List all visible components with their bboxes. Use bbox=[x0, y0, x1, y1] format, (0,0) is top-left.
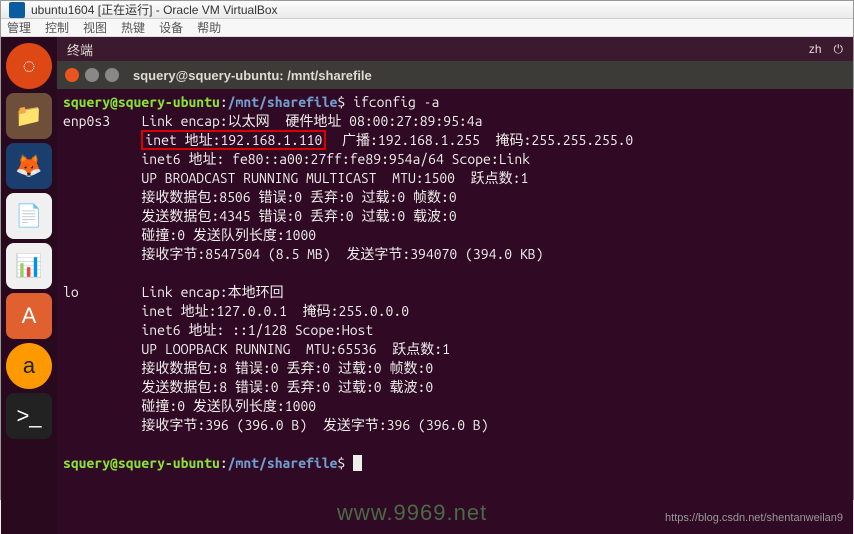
out-enp0s3-l4: UP BROADCAST RUNNING MULTICAST MTU:1500 … bbox=[63, 170, 528, 186]
out-enp0s3-l2r: 广播:192.168.1.255 掩码:255.255.255.0 bbox=[326, 132, 633, 148]
terminal-title: squery@squery-ubuntu: /mnt/sharefile bbox=[133, 68, 372, 83]
ps1-sep: : bbox=[220, 94, 228, 110]
out-enp0s3-l5: 接收数据包:8506 错误:0 丢弃:0 过载:0 帧数:0 bbox=[63, 189, 457, 205]
terminal-content[interactable]: squery@squery-ubuntu:/mnt/sharefile$ ifc… bbox=[57, 89, 853, 534]
power-icon[interactable]: ⏻ bbox=[834, 42, 844, 57]
ps1-path: /mnt/sharefile bbox=[228, 94, 338, 110]
vbox-menubar: 管理 控制 视图 热键 设备 帮助 bbox=[1, 19, 853, 37]
menu-hotkeys[interactable]: 热键 bbox=[121, 19, 145, 36]
close-icon[interactable] bbox=[65, 68, 79, 82]
out-enp0s3-l7: 碰撞:0 发送队列长度:1000 bbox=[63, 227, 316, 243]
out-lo-l4: UP LOOPBACK RUNNING MTU:65536 跃点数:1 bbox=[63, 341, 450, 357]
launcher-dash-icon[interactable]: ◌ bbox=[6, 43, 52, 89]
out-lo-l5: 接收数据包:8 错误:0 丢弃:0 过载:0 帧数:0 bbox=[63, 360, 433, 376]
launcher-amazon-icon[interactable]: a bbox=[6, 343, 52, 389]
top-panel: 终端 zh ⏻ bbox=[57, 37, 853, 61]
out-lo-l1: lo Link encap:本地环回 bbox=[63, 284, 284, 300]
command-text: ifconfig -a bbox=[353, 94, 439, 110]
input-method-icon[interactable]: zh bbox=[809, 42, 822, 57]
terminal-window: squery@squery-ubuntu: /mnt/sharefile squ… bbox=[57, 61, 853, 534]
panel-indicators: zh ⏻ bbox=[809, 42, 843, 57]
vbox-app-icon bbox=[9, 2, 25, 18]
launcher-terminal-icon[interactable]: >_ bbox=[6, 393, 52, 439]
menu-help[interactable]: 帮助 bbox=[197, 19, 221, 36]
out-enp0s3-l3: inet6 地址: fe80::a00:27ff:fe89:954a/64 Sc… bbox=[63, 151, 530, 167]
out-enp0s3-l8: 接收字节:8547504 (8.5 MB) 发送字节:394070 (394.0… bbox=[63, 246, 543, 262]
minimize-icon[interactable] bbox=[85, 68, 99, 82]
ps1-prompt: $ bbox=[337, 94, 345, 110]
vbox-title: ubuntu1604 [正在运行] - Oracle VM VirtualBox bbox=[31, 1, 278, 18]
menu-control[interactable]: 控制 bbox=[45, 19, 69, 36]
terminal-titlebar[interactable]: squery@squery-ubuntu: /mnt/sharefile bbox=[57, 61, 853, 89]
menu-view[interactable]: 视图 bbox=[83, 19, 107, 36]
launcher-software-icon[interactable]: A bbox=[6, 293, 52, 339]
launcher-firefox-icon[interactable]: 🦊 bbox=[6, 143, 52, 189]
out-enp0s3-l6: 发送数据包:4345 错误:0 丢弃:0 过载:0 载波:0 bbox=[63, 208, 457, 224]
out-enp0s3-l1: enp0s3 Link encap:以太网 硬件地址 08:00:27:89:9… bbox=[63, 113, 482, 129]
out-lo-l2: inet 地址:127.0.0.1 掩码:255.0.0.0 bbox=[63, 303, 409, 319]
ubuntu-desktop: ◌ 📁 🦊 📄 📊 A a >_ 终端 zh ⏻ bbox=[1, 37, 853, 534]
desktop-main: 终端 zh ⏻ squery@squery-ubuntu: /mnt/share… bbox=[57, 37, 853, 534]
launcher-writer-icon[interactable]: 📄 bbox=[6, 193, 52, 239]
ps1-path-2: /mnt/sharefile bbox=[228, 455, 338, 471]
maximize-icon[interactable] bbox=[105, 68, 119, 82]
ip-highlight: inet 地址:192.168.1.110 bbox=[141, 130, 326, 150]
out-lo-l3: inet6 地址: ::1/128 Scope:Host bbox=[63, 322, 373, 338]
ps1-user-2: squery@squery-ubuntu bbox=[63, 455, 220, 471]
menu-devices[interactable]: 设备 bbox=[159, 19, 183, 36]
cursor-icon bbox=[353, 455, 362, 471]
csdn-url: https://blog.csdn.net/shentanweilan9 bbox=[665, 509, 843, 528]
unity-launcher: ◌ 📁 🦊 📄 📊 A a >_ bbox=[1, 37, 57, 534]
out-lo-l8: 接收字节:396 (396.0 B) 发送字节:396 (396.0 B) bbox=[63, 417, 489, 433]
out-lo-l6: 发送数据包:8 错误:0 丢弃:0 过载:0 载波:0 bbox=[63, 379, 433, 395]
watermark-text: www.9969.net bbox=[337, 503, 487, 522]
panel-app-title: 终端 bbox=[67, 40, 93, 59]
launcher-files-icon[interactable]: 📁 bbox=[6, 93, 52, 139]
ps1-sep-2: : bbox=[220, 455, 228, 471]
menu-manage[interactable]: 管理 bbox=[7, 19, 31, 36]
vbox-titlebar[interactable]: ubuntu1604 [正在运行] - Oracle VM VirtualBox bbox=[1, 1, 853, 19]
ps1-user: squery@squery-ubuntu bbox=[63, 94, 220, 110]
out-lo-l7: 碰撞:0 发送队列长度:1000 bbox=[63, 398, 316, 414]
ps1-prompt-2: $ bbox=[337, 455, 345, 471]
launcher-calc-icon[interactable]: 📊 bbox=[6, 243, 52, 289]
virtualbox-window: ubuntu1604 [正在运行] - Oracle VM VirtualBox… bbox=[0, 0, 854, 500]
